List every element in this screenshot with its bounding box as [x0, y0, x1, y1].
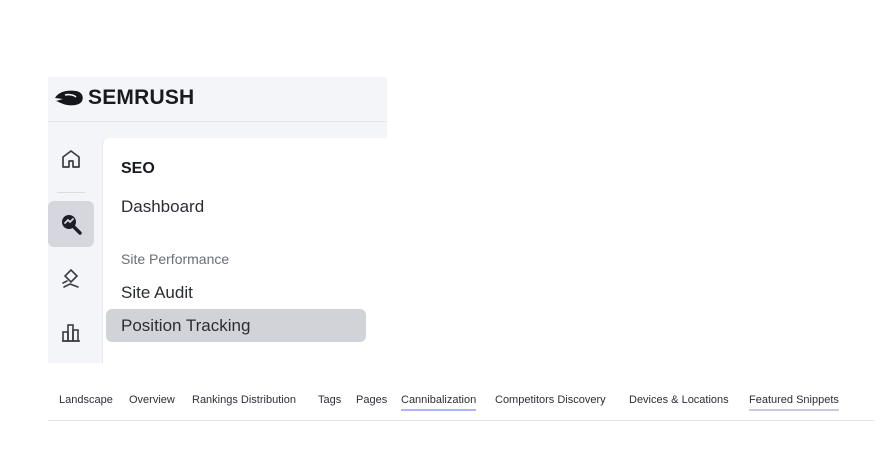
tab-overview[interactable]: Overview — [129, 394, 175, 409]
rail-local[interactable] — [48, 256, 94, 302]
rail-home[interactable] — [48, 136, 94, 182]
tab-devices-locations[interactable]: Devices & Locations — [629, 394, 729, 409]
tab-cannibalization[interactable]: Cannibalization — [401, 394, 477, 411]
rail-content[interactable] — [48, 309, 94, 355]
brand-name: SEMRUSH — [88, 86, 195, 109]
semrush-nav-panel: SEMRUSH SEO Dashboard Site Performance S… — [48, 77, 388, 363]
report-tabs: Landscape Overview Rankings Distribution… — [48, 384, 874, 421]
menu-item-label: Position Tracking — [121, 315, 251, 335]
semrush-logo-icon — [55, 90, 83, 106]
tab-pages[interactable]: Pages — [356, 394, 387, 409]
rail-seo[interactable] — [48, 201, 94, 247]
tab-rankings-distribution[interactable]: Rankings Distribution — [192, 394, 296, 409]
local-pin-icon — [62, 268, 79, 288]
icon-rail — [48, 122, 101, 363]
menu-item-site-audit[interactable]: Site Audit — [121, 283, 193, 303]
seo-magnifier-icon — [62, 215, 82, 235]
bar-chart-icon — [62, 324, 80, 342]
brand-header: SEMRUSH — [48, 77, 387, 122]
tab-tags[interactable]: Tags — [318, 394, 341, 409]
menu-section-heading: Site Performance — [121, 251, 230, 267]
menu-title: SEO — [121, 160, 155, 177]
menu-item-dashboard[interactable]: Dashboard — [121, 197, 204, 217]
menu-item-position-tracking[interactable]: Position Tracking — [106, 309, 366, 342]
tab-competitors-discovery[interactable]: Competitors Discovery — [495, 394, 606, 409]
home-icon — [62, 150, 80, 168]
tab-featured-snippets[interactable]: Featured Snippets — [749, 394, 839, 411]
rail-divider — [57, 192, 85, 193]
tab-landscape[interactable]: Landscape — [59, 394, 113, 409]
seo-flyout-menu: SEO Dashboard Site Performance Site Audi… — [102, 138, 388, 363]
